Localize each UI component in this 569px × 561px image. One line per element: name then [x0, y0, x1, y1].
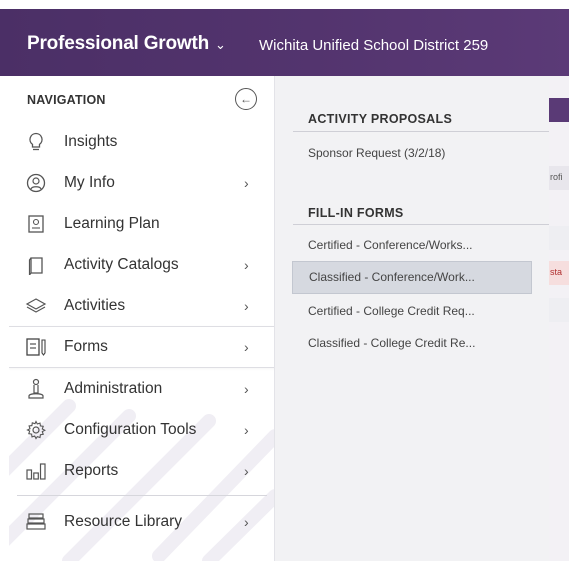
submenu-item-sponsor-request[interactable]: Sponsor Request (3/2/18) [292, 138, 532, 168]
submenu-item-classified-conference[interactable]: Classified - Conference/Work... [292, 261, 532, 294]
nav-item-forms[interactable]: Forms › [9, 326, 274, 368]
chevron-right-icon: › [244, 381, 249, 397]
chevron-right-icon: › [244, 463, 249, 479]
chevron-right-icon: › [244, 339, 249, 355]
catalog-book-icon [25, 254, 47, 276]
nav-item-activity-catalogs[interactable]: Activity Catalogs › [9, 245, 274, 285]
nav-item-label: Insights [64, 133, 118, 150]
background-row [549, 226, 569, 250]
nav-item-resource-library[interactable]: Resource Library › [9, 502, 274, 542]
top-bar: Professional Growth ⌄ Wichita Unified Sc… [0, 9, 569, 76]
chevron-right-icon: › [244, 514, 249, 530]
forms-submenu: ACTIVITY PROPOSALS Sponsor Request (3/2/… [275, 76, 549, 561]
gear-icon [25, 419, 47, 441]
nav-item-label: Learning Plan [64, 215, 160, 232]
chevron-right-icon: › [244, 175, 249, 191]
bar-chart-icon [25, 460, 47, 482]
admin-person-icon [25, 378, 47, 400]
background-row-alert: sta [549, 261, 569, 285]
book-stack-icon [25, 511, 47, 533]
chevron-right-icon: › [244, 422, 249, 438]
submenu-item-classified-college-credit[interactable]: Classified - College Credit Re... [292, 328, 532, 358]
app-name: Professional Growth [27, 33, 210, 54]
nav-item-configuration-tools[interactable]: Configuration Tools › [9, 410, 274, 450]
nav-item-administration[interactable]: Administration › [9, 369, 274, 409]
chevron-right-icon: › [244, 298, 249, 314]
background-text-fragment: sta [550, 267, 563, 277]
lightbulb-icon [25, 131, 47, 153]
background-page: rofi sta [549, 76, 569, 561]
app-switcher[interactable]: Professional Growth ⌄ [27, 33, 226, 55]
nav-item-label: My Info [64, 174, 115, 191]
id-card-icon [25, 213, 47, 235]
nav-item-reports[interactable]: Reports › [9, 451, 274, 491]
background-text-fragment: rofi [550, 172, 563, 182]
background-header-band [549, 98, 569, 122]
person-circle-icon [25, 172, 47, 194]
chevron-right-icon: › [244, 257, 249, 273]
submenu-item-certified-conference[interactable]: Certified - Conference/Works... [292, 230, 532, 260]
nav-item-learning-plan[interactable]: Learning Plan [9, 204, 274, 244]
nav-item-label: Administration [64, 380, 163, 397]
section-title-fill-in-forms: FILL-IN FORMS [308, 206, 404, 220]
chevron-down-icon: ⌄ [215, 37, 226, 52]
nav-item-activities[interactable]: Activities › [9, 286, 274, 326]
section-divider [293, 224, 549, 225]
nav-item-label: Activities [64, 297, 126, 314]
navigation-heading: NAVIGATION [27, 93, 106, 107]
nav-item-label: Activity Catalogs [64, 256, 179, 273]
district-name: Wichita Unified School District 259 [259, 37, 489, 54]
arrow-left-circle-icon: ← [240, 92, 252, 106]
background-row: rofi [549, 166, 569, 190]
section-divider [293, 131, 549, 132]
navigation-panel: NAVIGATION ← Insights My Info › Learning… [9, 76, 275, 561]
nav-divider [17, 495, 267, 496]
nav-item-my-info[interactable]: My Info › [9, 163, 274, 203]
form-document-icon [25, 336, 47, 358]
nav-item-label: Forms [64, 338, 108, 355]
nav-item-label: Configuration Tools [64, 421, 197, 438]
nav-item-label: Reports [64, 462, 119, 479]
collapse-nav-button[interactable]: ← [235, 88, 257, 110]
section-title-activity-proposals: ACTIVITY PROPOSALS [308, 112, 453, 126]
nav-item-insights[interactable]: Insights [9, 122, 274, 162]
background-row [549, 298, 569, 322]
layers-icon [25, 295, 47, 317]
nav-item-label: Resource Library [64, 513, 183, 530]
submenu-item-certified-college-credit[interactable]: Certified - College Credit Req... [292, 296, 532, 326]
